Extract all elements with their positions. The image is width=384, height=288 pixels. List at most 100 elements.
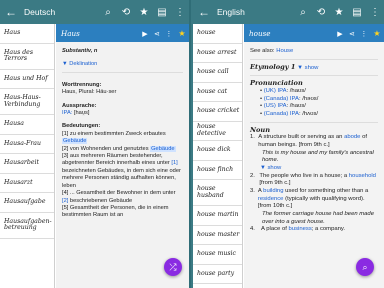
ipa-link[interactable]: IPA [277,88,286,94]
ref-link-1[interactable]: [1] [171,160,177,166]
pron-line: • (US) IPA: /haʊs/ [260,103,306,110]
right-entry-bar: house ▶ ⋖ ⋮ ★ [244,24,384,42]
list-item[interactable]: Hausarzt [0,174,54,193]
see-also-line: See also: House [250,48,294,54]
pronunciation-heading: Pronunciation [250,79,303,88]
list-item[interactable]: house martin [193,206,242,226]
list-item[interactable]: Haus-Haus-Verbindung [0,89,54,115]
list-item[interactable]: house arrest [193,44,242,63]
share-icon[interactable]: ⋖ [346,29,358,38]
definition-2: 2. The people who live in a house; a hous… [250,172,376,187]
left-word-list: Haus Haus des Terrors Haus und Hof Haus-… [0,24,55,288]
bookmark-star-icon[interactable]: ★ [370,29,384,38]
library-icon[interactable]: ▤ [153,7,171,18]
ipa-link[interactable]: IPA [290,111,299,117]
ipa-link[interactable]: IPA [290,96,299,102]
definition-1: 1. A structure built or serving as an abo… [250,134,368,148]
right-entry-content: See also: House Etymology 1 ▼ show Pronu… [244,42,384,288]
etymology-show-toggle[interactable]: ▼ show [297,65,318,71]
right-topbar: ← English ⌕ ⟲ ★ ▤ ⋮ [193,0,384,24]
list-item[interactable]: Hausa [0,115,54,135]
aussprache-line: IPA: [haʊ̯s] [62,110,183,117]
list-item[interactable]: Hausaufgabe [0,193,54,213]
play-icon[interactable]: ▶ [334,29,346,38]
right-word-list: house house arrest house call house cat … [193,24,243,288]
residence-link[interactable]: residence [258,196,284,202]
definition-4: 4. A place of business; a company. [250,226,346,233]
left-entry-content: Substantiv, n ▼ Deklination Worttrennung… [56,42,189,288]
list-item[interactable]: house finch [193,161,242,180]
list-item[interactable]: Hausarbeit [0,154,54,174]
history-icon[interactable]: ⟲ [312,7,330,18]
worttrennung-value: Haus, Plural: Häu·ser [62,89,117,96]
right-dictionary-title: English [217,7,245,17]
back-arrow-icon[interactable]: ← [193,5,215,19]
list-item[interactable]: house cat [193,83,242,102]
entry-title: Haus [61,28,80,38]
ipa-link[interactable]: IPA [277,103,286,109]
list-item[interactable]: house detective [193,122,242,141]
list-item[interactable]: Haus des Terrors [0,44,54,70]
ipa-value: [haʊ̯s] [73,110,90,117]
sense-2: [2] von Wohnenden und genutztes Gebäude [62,145,176,152]
history-icon[interactable]: ⟲ [117,7,135,18]
left-entry-bar: Haus ▶ ⋖ ⋮ ★ [56,24,189,42]
play-icon[interactable]: ▶ [139,29,151,38]
left-pane: ← Deutsch ⌕ ⟲ ★ ▤ ⋮ Haus Haus des Terror… [0,0,191,288]
list-item[interactable]: Haus und Hof [0,70,54,89]
list-item[interactable]: Hausa-Frau [0,135,54,154]
show-toggle[interactable]: ▼ show [250,165,378,173]
gebaeude-link-2[interactable]: Gebäude [150,145,176,152]
bedeutungen-label: Bedeutungen: [62,123,101,130]
search-icon[interactable]: ⌕ [294,7,312,18]
sense-3: [3] aus mehreren Räumen bestehender, abg… [62,153,181,189]
household-link[interactable]: household [349,173,376,179]
list-item[interactable]: house music [193,245,242,265]
business-link[interactable]: business [289,226,312,232]
search-icon[interactable]: ⌕ [99,7,117,18]
noun-heading: Noun [250,125,271,134]
abode-link[interactable]: abode [344,134,360,140]
search-fab-icon[interactable]: ⌕ [356,258,374,276]
quote-1: This is my house and my family's ancestr… [262,149,374,164]
list-item[interactable]: Hausaufgaben-betreuung [0,213,54,239]
favorite-star-icon[interactable]: ★ [330,7,348,18]
ipa-link[interactable]: IPA: [62,110,72,116]
bookmark-star-icon[interactable]: ★ [175,29,189,38]
see-also-link[interactable]: House [276,48,293,54]
definition-3: 3. A building used for something other th… [250,187,369,210]
list-item[interactable]: house husband [193,180,242,206]
share-icon[interactable]: ⋖ [151,29,163,38]
entry-title: house [249,28,271,38]
shuffle-fab-icon[interactable]: ⤮ [164,258,182,276]
list-item[interactable]: house master [193,226,242,245]
favorite-star-icon[interactable]: ★ [135,7,153,18]
list-item[interactable]: house cricket [193,102,242,122]
pron-line: • (Canada) IPA: /həʊs/ [260,95,319,102]
gebaeude-link[interactable]: Gebäude [62,138,88,145]
pron-line: • (Canada) IPA: /hʌʊs/ [260,110,319,117]
aussprache-label: Aussprache: [62,102,97,109]
list-item[interactable]: house party [193,265,242,284]
left-dictionary-title: Deutsch [24,7,56,17]
right-pane: ← English ⌕ ⟲ ★ ▤ ⋮ house house arrest h… [193,0,384,288]
library-icon[interactable]: ▤ [348,7,366,18]
list-item[interactable]: house call [193,63,242,83]
app-root: ← Deutsch ⌕ ⟲ ★ ▤ ⋮ Haus Haus des Terror… [0,0,384,288]
quote-3: The former carriage house had been made … [262,210,374,225]
list-item[interactable]: house dick [193,141,242,161]
ref-link-2[interactable]: [2] [62,198,68,204]
overflow-menu-icon[interactable]: ⋮ [171,7,189,18]
etymology-heading: Etymology 1 ▼ show [250,62,319,71]
building-link[interactable]: building [263,188,283,194]
left-topbar: ← Deutsch ⌕ ⟲ ★ ▤ ⋮ [0,0,189,24]
more-icon[interactable]: ⋮ [163,29,175,38]
list-item[interactable]: house [193,24,242,44]
more-icon[interactable]: ⋮ [358,29,370,38]
overflow-menu-icon[interactable]: ⋮ [366,7,384,18]
sense-5: [5] Gesamtheit der Personen, die in eine… [62,204,169,219]
pron-line: • (UK) IPA: /haʊs/ [260,87,306,94]
back-arrow-icon[interactable]: ← [0,5,22,19]
list-item[interactable]: Haus [0,24,54,44]
deklination-toggle[interactable]: ▼ Deklination [62,61,183,68]
